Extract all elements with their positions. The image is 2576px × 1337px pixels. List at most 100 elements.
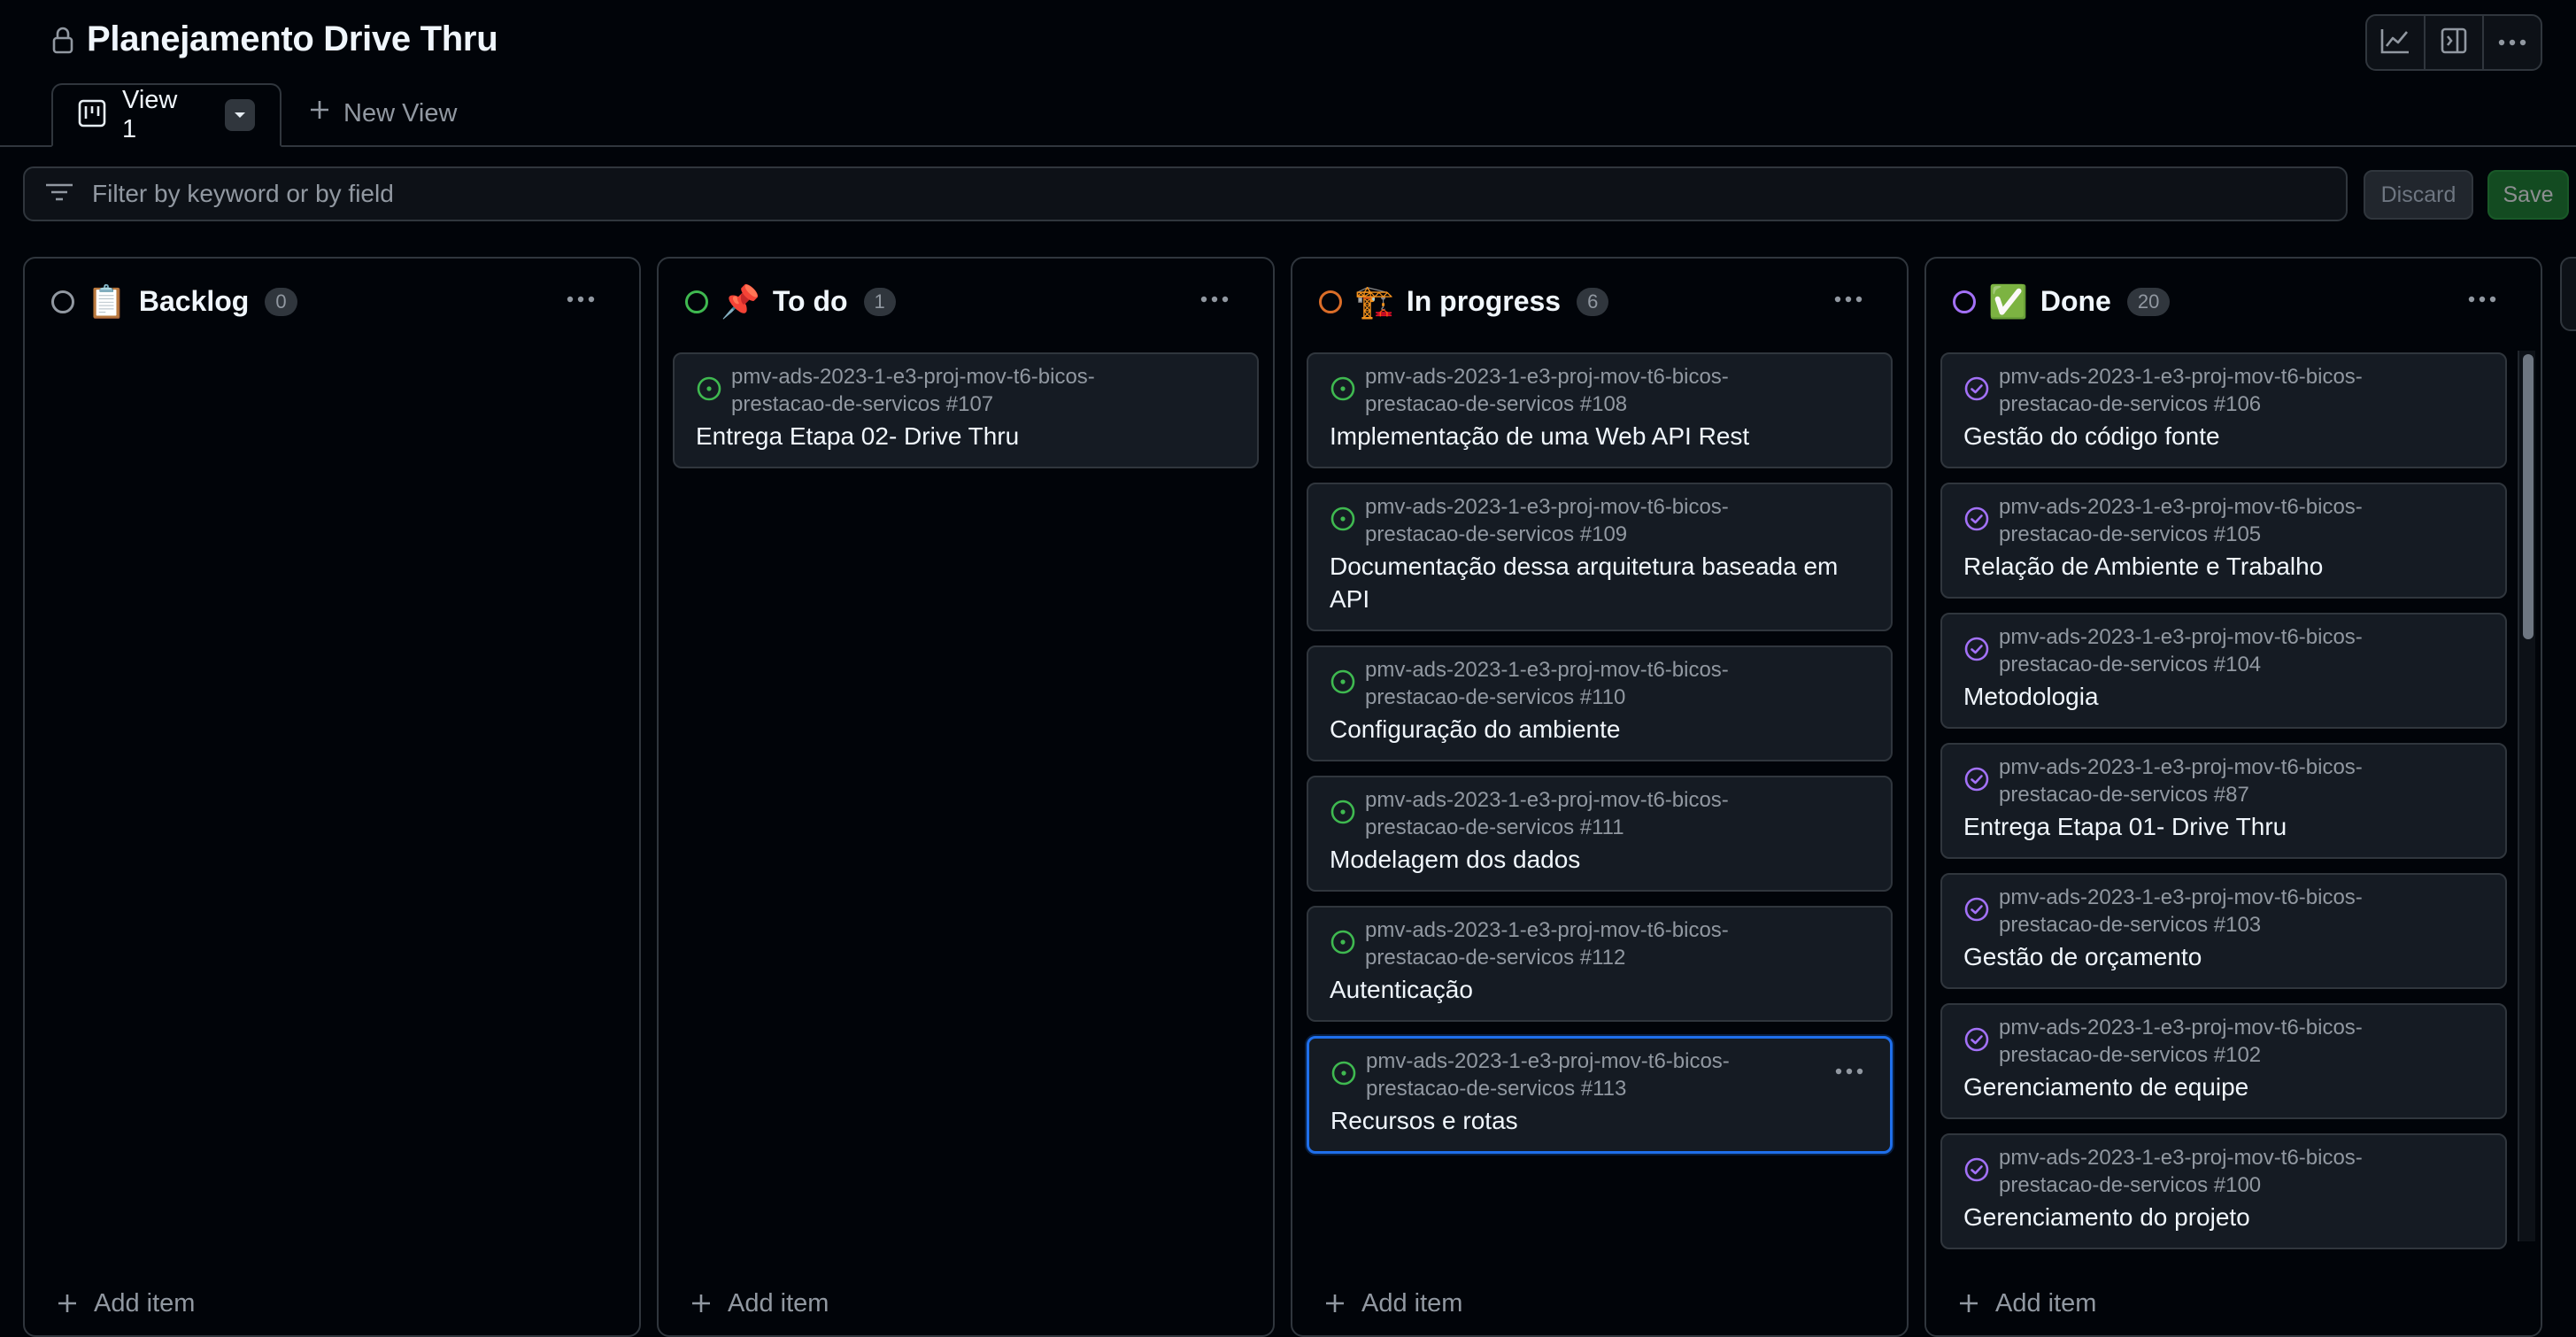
kebab-horizontal-icon [1835, 1068, 1863, 1075]
card-title[interactable]: Gestão de orçamento [1963, 940, 2484, 973]
filter-bar [23, 166, 2348, 221]
issue-opened-icon [1330, 506, 1356, 537]
check-mark-icon: ✅ [1988, 282, 2028, 320]
column-title: Backlog [138, 285, 250, 317]
add-item-label: Add item [1995, 1288, 2097, 1318]
scrollbar-thumb[interactable] [2523, 354, 2534, 639]
card-reference: pmv-ads-2023-1-e3-proj-mov-t6-bicos-pres… [1330, 1047, 1869, 1102]
card-list: pmv-ads-2023-1-e3-proj-mov-t6-bicos-pres… [1940, 352, 2507, 1264]
card-reference: pmv-ads-2023-1-e3-proj-mov-t6-bicos-pres… [1963, 754, 2484, 808]
lock-icon [51, 26, 74, 54]
issue-card[interactable]: pmv-ads-2023-1-e3-proj-mov-t6-bicos-pres… [1307, 776, 1893, 892]
issue-card[interactable]: pmv-ads-2023-1-e3-proj-mov-t6-bicos-pres… [1940, 1003, 2507, 1119]
issue-opened-icon [696, 375, 722, 406]
card-title[interactable]: Relação de Ambiente e Trabalho [1963, 550, 2484, 583]
plus-icon [1326, 1294, 1344, 1312]
issue-card[interactable]: pmv-ads-2023-1-e3-proj-mov-t6-bicos-pres… [1940, 352, 2507, 468]
view-options-dropdown[interactable] [224, 99, 255, 131]
card-reference: pmv-ads-2023-1-e3-proj-mov-t6-bicos-pres… [1963, 884, 2484, 939]
more-options-button[interactable] [2484, 16, 2541, 69]
card-title[interactable]: Implementação de uma Web API Rest [1330, 420, 1870, 452]
project-header: Planejamento Drive Thru View 1 New View [0, 0, 2576, 147]
card-title[interactable]: Entrega Etapa 01- Drive Thru [1963, 810, 2484, 843]
column-menu-button[interactable] [1197, 283, 1232, 315]
issue-card[interactable]: pmv-ads-2023-1-e3-proj-mov-t6-bicos-pres… [1940, 483, 2507, 599]
new-view-button[interactable]: New View [308, 81, 457, 145]
add-item-button[interactable]: Add item [1324, 1286, 1462, 1321]
add-item-button[interactable]: Add item [57, 1286, 195, 1321]
next-column-edge[interactable] [2560, 257, 2576, 331]
column-scrollbar[interactable] [2518, 351, 2535, 1241]
page-title: Planejamento Drive Thru [87, 19, 498, 58]
issue-card[interactable]: pmv-ads-2023-1-e3-proj-mov-t6-bicos-pres… [1307, 906, 1893, 1022]
card-title[interactable]: Entrega Etapa 02- Drive Thru [696, 420, 1236, 452]
pushpin-icon: 📌 [721, 282, 760, 320]
card-title[interactable]: Gerenciamento do projeto [1963, 1201, 2484, 1233]
column-count: 1 [863, 287, 896, 316]
sidebar-expand-icon [2441, 27, 2467, 58]
issue-card[interactable]: pmv-ads-2023-1-e3-proj-mov-t6-bicos-pres… [1940, 873, 2507, 989]
issue-opened-icon [1330, 668, 1356, 699]
status-circle-icon [685, 290, 708, 313]
tab-label: View 1 [122, 86, 178, 143]
card-repository: pmv-ads-2023-1-e3-proj-mov-t6-bicos-pres… [1999, 495, 2363, 546]
tab-view-1[interactable]: View 1 [51, 83, 282, 147]
card-title[interactable]: Gerenciamento de equipe [1963, 1070, 2484, 1103]
issue-card[interactable]: pmv-ads-2023-1-e3-proj-mov-t6-bicos-pres… [1307, 352, 1893, 468]
card-reference: pmv-ads-2023-1-e3-proj-mov-t6-bicos-pres… [1963, 363, 2484, 418]
card-title[interactable]: Documentação dessa arquitetura baseada e… [1330, 550, 1870, 615]
issue-closed-icon [1963, 636, 1990, 667]
column-done: ✅ Done 20 pmv-ads-2023-1-e3-proj-mov-t6-… [1924, 257, 2542, 1337]
card-title[interactable]: Autenticação [1330, 973, 1870, 1006]
issue-card[interactable]: pmv-ads-2023-1-e3-proj-mov-t6-bicos-pres… [673, 352, 1259, 468]
card-title[interactable]: Modelagem dos dados [1330, 843, 1870, 876]
insights-button[interactable] [2367, 16, 2426, 69]
card-repository: pmv-ads-2023-1-e3-proj-mov-t6-bicos-pres… [1999, 1146, 2363, 1197]
discard-button[interactable]: Discard [2364, 170, 2473, 220]
card-repository: pmv-ads-2023-1-e3-proj-mov-t6-bicos-pres… [1999, 625, 2363, 676]
column-to-do: 📌 To do 1 pmv-ads-2023-1-e3-proj-mov-t6-… [657, 257, 1275, 1337]
card-menu-button[interactable] [1835, 1063, 1863, 1079]
issue-card[interactable]: pmv-ads-2023-1-e3-proj-mov-t6-bicos-pres… [1940, 743, 2507, 859]
card-reference: pmv-ads-2023-1-e3-proj-mov-t6-bicos-pres… [1963, 1144, 2484, 1199]
save-button[interactable]: Save [2487, 170, 2569, 220]
card-reference: pmv-ads-2023-1-e3-proj-mov-t6-bicos-pres… [1330, 916, 1870, 971]
issue-opened-icon [1330, 929, 1356, 960]
filter-input[interactable] [90, 179, 2218, 209]
add-item-button[interactable]: Add item [690, 1286, 829, 1321]
status-circle-icon [51, 290, 74, 313]
add-item-label: Add item [94, 1288, 196, 1318]
add-item-button[interactable]: Add item [1958, 1286, 2096, 1321]
issue-card-selected[interactable]: pmv-ads-2023-1-e3-proj-mov-t6-bicos-pres… [1307, 1036, 1893, 1154]
column-menu-button[interactable] [2464, 283, 2500, 315]
card-title[interactable]: Configuração do ambiente [1330, 713, 1870, 746]
project-board-icon [78, 99, 106, 132]
issue-closed-icon [1963, 896, 1990, 927]
card-repository: pmv-ads-2023-1-e3-proj-mov-t6-bicos-pres… [1365, 365, 1729, 416]
issue-card[interactable]: pmv-ads-2023-1-e3-proj-mov-t6-bicos-pres… [1940, 613, 2507, 729]
issue-opened-icon [1330, 799, 1356, 830]
card-title[interactable]: Gestão do código fonte [1963, 420, 2484, 452]
column-menu-button[interactable] [1831, 283, 1866, 315]
issue-card[interactable]: pmv-ads-2023-1-e3-proj-mov-t6-bicos-pres… [1307, 645, 1893, 761]
status-circle-icon [1953, 290, 1976, 313]
card-title[interactable]: Recursos e rotas [1330, 1104, 1869, 1137]
card-repository: pmv-ads-2023-1-e3-proj-mov-t6-bicos-pres… [1999, 755, 2363, 807]
kebab-horizontal-icon [567, 296, 595, 303]
card-list: pmv-ads-2023-1-e3-proj-mov-t6-bicos-pres… [673, 352, 1259, 483]
card-title[interactable]: Metodologia [1963, 680, 2484, 713]
column-title: Done [2040, 285, 2111, 317]
issue-opened-icon [1330, 375, 1356, 406]
column-menu-button[interactable] [563, 283, 598, 315]
card-repository: pmv-ads-2023-1-e3-proj-mov-t6-bicos-pres… [1366, 1049, 1730, 1101]
card-reference: pmv-ads-2023-1-e3-proj-mov-t6-bicos-pres… [696, 363, 1236, 418]
issue-card[interactable]: pmv-ads-2023-1-e3-proj-mov-t6-bicos-pres… [1307, 483, 1893, 631]
column-count: 6 [1577, 287, 1609, 316]
plus-icon [58, 1294, 76, 1312]
side-panel-button[interactable] [2426, 16, 2484, 69]
card-repository: pmv-ads-2023-1-e3-proj-mov-t6-bicos-pres… [1999, 365, 2363, 416]
plus-icon [692, 1294, 710, 1312]
issue-closed-icon [1963, 375, 1990, 406]
column-title: To do [772, 285, 848, 317]
issue-card[interactable]: pmv-ads-2023-1-e3-proj-mov-t6-bicos-pres… [1940, 1133, 2507, 1249]
